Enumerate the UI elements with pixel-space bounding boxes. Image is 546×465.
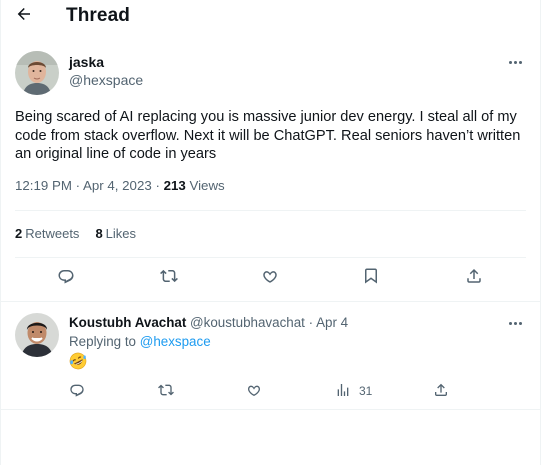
more-icon — [508, 60, 522, 64]
author-name[interactable]: jaska — [69, 54, 104, 70]
tweet-action-bar — [15, 264, 526, 292]
retweets-count: 2 — [15, 226, 23, 241]
retweet-button[interactable] — [155, 264, 183, 292]
divider — [15, 210, 526, 211]
replying-to: Replying to @hexspace — [69, 334, 211, 349]
tweet-meta: 12:19 PM · Apr 4, 2023 · 213 Views — [15, 178, 225, 193]
replying-prefix: Replying to — [69, 334, 136, 349]
likes-stat[interactable]: 8 Likes — [95, 226, 136, 241]
retweets-label: Retweets — [25, 226, 80, 241]
share-icon — [465, 267, 483, 290]
back-button[interactable] — [10, 2, 38, 30]
reply-dot: · — [308, 315, 314, 330]
page-title: Thread — [66, 5, 130, 26]
tweet-timestamp[interactable]: 12:19 PM · Apr 4, 2023 — [15, 178, 152, 193]
more-icon — [508, 321, 522, 325]
views-label: Views — [189, 178, 225, 193]
engagement-stats: 2 Retweets 8 Likes — [15, 226, 136, 241]
reply-author-name[interactable]: Koustubh Avachat — [69, 315, 186, 330]
bookmark-button[interactable] — [357, 264, 385, 292]
retweets-stat[interactable]: 2 Retweets — [15, 226, 79, 241]
reply-views-button[interactable]: 31 — [335, 381, 372, 401]
views-count: 213 — [163, 178, 186, 193]
mention-link[interactable]: @hexspace — [140, 334, 211, 349]
divider — [0, 409, 541, 410]
share-icon — [433, 382, 449, 401]
retweet-icon — [160, 267, 178, 290]
reply-header: Koustubh Avachat @koustubhavachat · Apr … — [69, 315, 348, 330]
reply-share-button[interactable] — [433, 381, 449, 401]
reply-icon — [57, 267, 75, 290]
reply-button[interactable] — [52, 264, 80, 292]
divider — [0, 301, 541, 302]
thread-header: Thread — [0, 0, 541, 32]
arrow-left-icon — [15, 5, 33, 28]
author-handle[interactable]: @hexspace — [69, 72, 143, 88]
more-options-button[interactable] — [504, 54, 526, 70]
likes-count: 8 — [95, 226, 103, 241]
reply-icon — [69, 382, 85, 401]
divider — [15, 257, 526, 258]
like-icon — [246, 382, 262, 401]
like-icon — [261, 267, 279, 290]
tweet-text: Being scared of AI replacing you is mass… — [15, 109, 521, 163]
reply-retweet-button[interactable] — [158, 381, 174, 401]
rolling-on-floor-laughing-emoji — [69, 352, 87, 370]
reply-avatar[interactable] — [15, 313, 59, 357]
views-icon — [335, 382, 351, 401]
avatar[interactable] — [15, 51, 59, 95]
bookmark-icon — [362, 267, 380, 290]
retweet-icon — [158, 382, 174, 401]
likes-label: Likes — [105, 226, 137, 241]
reply-reply-button[interactable] — [69, 381, 85, 401]
reply-author-handle[interactable]: @koustubhavachat — [190, 315, 305, 330]
like-button[interactable] — [256, 264, 284, 292]
meta-separator: · — [151, 178, 164, 193]
reply-more-options-button[interactable] — [504, 315, 526, 331]
reply-date[interactable]: Apr 4 — [316, 315, 348, 330]
reply-views-count: 31 — [359, 384, 373, 398]
share-button[interactable] — [460, 264, 488, 292]
reply-action-bar: 31 — [69, 381, 469, 401]
reply-like-button[interactable] — [246, 381, 262, 401]
